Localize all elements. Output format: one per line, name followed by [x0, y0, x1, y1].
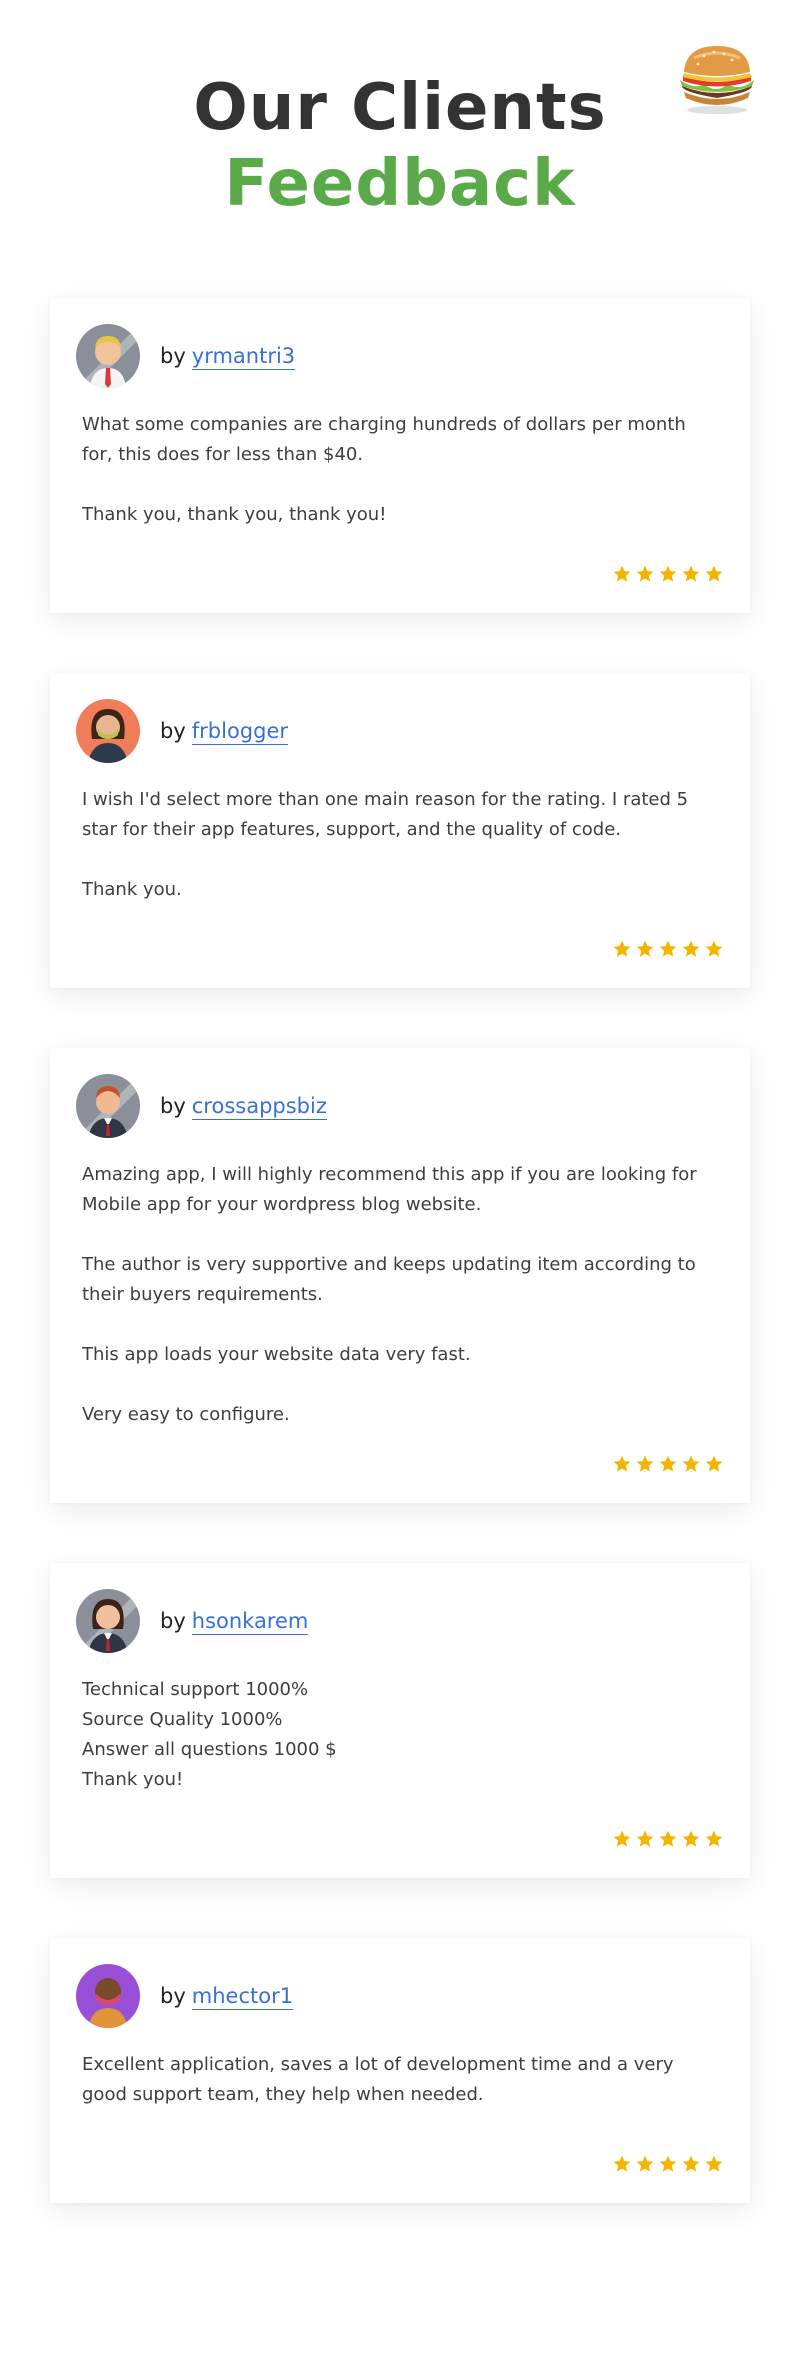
- star-icon: [636, 940, 654, 957]
- review-byline: by hsonkarem: [160, 1609, 309, 1635]
- rating-stars: [612, 1829, 724, 1849]
- byline-prefix: by: [160, 1094, 186, 1118]
- review-text: Technical support 1000% Source Quality 1…: [82, 1675, 702, 1795]
- review-paragraph: Thank you.: [82, 879, 182, 900]
- review-text: Amazing app, I will highly recommend thi…: [82, 1160, 702, 1430]
- byline-prefix: by: [160, 1609, 186, 1633]
- star-icon: [682, 1830, 700, 1847]
- review-header: by crossappsbiz: [76, 1074, 327, 1138]
- burger-icon: [680, 46, 754, 114]
- review-paragraph: This app loads your website data very fa…: [82, 1344, 471, 1365]
- avatar: [76, 1589, 140, 1653]
- author-link[interactable]: yrmantri3: [191, 344, 296, 370]
- star-icon: [682, 565, 700, 582]
- star-icon: [613, 565, 631, 582]
- review-card: by hsonkarem Technical support 1000% Sour…: [50, 1563, 750, 1878]
- rating-stars: [612, 1454, 724, 1474]
- star-icon: [705, 2155, 723, 2172]
- star-icon: [613, 940, 631, 957]
- review-line: Source Quality 1000%: [82, 1709, 283, 1730]
- avatar: [76, 324, 140, 388]
- author-link[interactable]: crossappsbiz: [191, 1094, 327, 1120]
- review-byline: by crossappsbiz: [160, 1094, 327, 1120]
- review-paragraph: I wish I'd select more than one main rea…: [82, 789, 689, 840]
- rating-stars: [612, 939, 724, 959]
- star-icon: [705, 940, 723, 957]
- star-icon: [613, 1455, 631, 1472]
- review-card: by mhector1 Excellent application, saves …: [50, 1938, 750, 2203]
- review-byline: by yrmantri3: [160, 344, 296, 370]
- star-icon: [659, 940, 677, 957]
- star-icon: [659, 565, 677, 582]
- review-paragraph: Very easy to configure.: [82, 1404, 290, 1425]
- star-icon: [682, 940, 700, 957]
- star-icon: [636, 1830, 654, 1847]
- review-paragraph: What some companies are charging hundred…: [82, 414, 686, 465]
- byline-prefix: by: [160, 719, 186, 743]
- author-link[interactable]: mhector1: [191, 1984, 294, 2010]
- review-header: by hsonkarem: [76, 1589, 309, 1653]
- avatar: [76, 1074, 140, 1138]
- author-link[interactable]: hsonkarem: [191, 1609, 309, 1635]
- rating-stars: [612, 2154, 724, 2174]
- star-icon: [636, 2155, 654, 2172]
- review-paragraph: The author is very supportive and keeps …: [82, 1254, 696, 1305]
- star-icon: [636, 1455, 654, 1472]
- star-icon: [705, 1830, 723, 1847]
- star-icon: [613, 2155, 631, 2172]
- avatar: [76, 1964, 140, 2028]
- star-icon: [659, 2155, 677, 2172]
- review-header: by frblogger: [76, 699, 289, 763]
- review-card: by yrmantri3 What some companies are char…: [50, 298, 750, 613]
- page-subtitle: Feedback: [224, 147, 576, 221]
- author-link[interactable]: frblogger: [191, 719, 289, 745]
- review-line: Thank you!: [82, 1769, 184, 1790]
- review-line: Answer all questions 1000 $: [82, 1739, 337, 1760]
- review-card: by frblogger I wish I'd select more than …: [50, 673, 750, 988]
- star-icon: [705, 565, 723, 582]
- review-text: I wish I'd select more than one main rea…: [82, 785, 702, 905]
- star-icon: [659, 1830, 677, 1847]
- review-header: by yrmantri3: [76, 324, 296, 388]
- review-paragraph: Amazing app, I will highly recommend thi…: [82, 1164, 697, 1215]
- review-text: Excellent application, saves a lot of de…: [82, 2050, 702, 2110]
- review-paragraph: Excellent application, saves a lot of de…: [82, 2054, 674, 2105]
- star-icon: [705, 1455, 723, 1472]
- star-icon: [613, 1830, 631, 1847]
- star-icon: [636, 565, 654, 582]
- rating-stars: [612, 564, 724, 584]
- star-icon: [682, 1455, 700, 1472]
- review-byline: by frblogger: [160, 719, 289, 745]
- byline-prefix: by: [160, 344, 186, 368]
- star-icon: [682, 2155, 700, 2172]
- star-icon: [659, 1455, 677, 1472]
- avatar: [76, 699, 140, 763]
- review-text: What some companies are charging hundred…: [82, 410, 702, 530]
- review-paragraph: Thank you, thank you, thank you!: [82, 504, 387, 525]
- review-header: by mhector1: [76, 1964, 294, 2028]
- byline-prefix: by: [160, 1984, 186, 2008]
- review-byline: by mhector1: [160, 1984, 294, 2010]
- review-line: Technical support 1000%: [82, 1679, 309, 1700]
- review-card: by crossappsbiz Amazing app, I will highl…: [50, 1048, 750, 1503]
